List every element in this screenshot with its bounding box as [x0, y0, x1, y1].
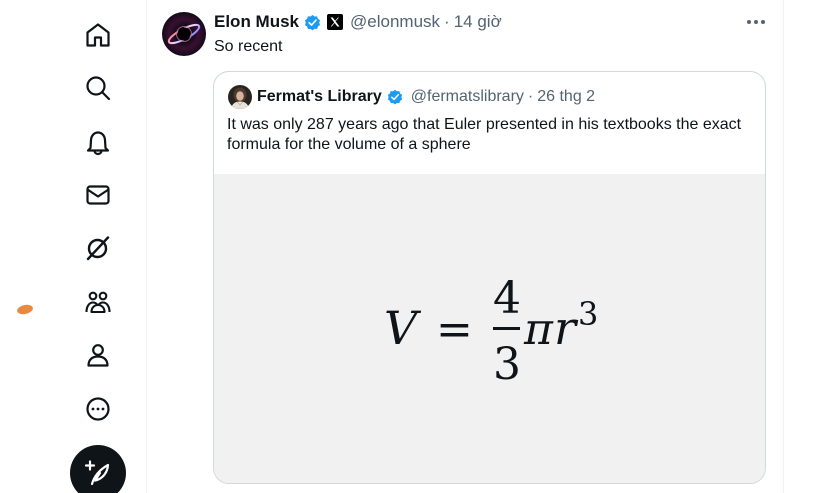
feather-plus-icon	[84, 460, 110, 486]
quoted-author-handle[interactable]: @fermatslibrary	[411, 88, 524, 106]
more-circle-icon	[86, 397, 110, 421]
formula-v: V	[384, 301, 422, 355]
more-dots-icon	[747, 20, 751, 24]
left-nav	[0, 0, 146, 493]
quoted-header: Fermat's Library @fermatslibrary · 26 th…	[257, 87, 595, 107]
quoted-avatar[interactable]	[228, 85, 252, 109]
verified-badge-icon[interactable]	[386, 88, 404, 106]
separator: ·	[527, 88, 534, 105]
formula-r: r	[554, 301, 579, 355]
nav-more[interactable]	[72, 387, 124, 431]
formula-pi: π	[523, 304, 554, 355]
communities-icon	[85, 291, 111, 314]
quoted-tweet[interactable]: Fermat's Library @fermatslibrary · 26 th…	[213, 71, 766, 484]
compose-post-button[interactable]	[70, 445, 126, 493]
formula-numerator: 4	[493, 273, 521, 324]
column-divider	[783, 0, 784, 493]
sphere-volume-formula: V = 4 3 π r 3	[384, 273, 598, 390]
nav-communities[interactable]	[72, 280, 124, 324]
quoted-text: It was only 287 years ago that Euler pre…	[227, 116, 742, 153]
search-icon	[86, 76, 111, 101]
more-dot	[754, 20, 758, 24]
tweet-header: Elon Musk @elonmusk · 14 giờ	[214, 11, 502, 33]
nav-explore[interactable]	[72, 66, 124, 110]
verified-badge-icon[interactable]	[303, 13, 322, 32]
avatar-image	[162, 12, 206, 56]
fraction-bar	[493, 327, 520, 330]
formula-exponent: 3	[578, 295, 598, 333]
more-dot	[761, 20, 765, 24]
avatar[interactable]	[162, 12, 206, 56]
quoted-avatar-image	[228, 85, 252, 109]
x-logo-icon[interactable]	[327, 14, 344, 30]
quoted-media-image[interactable]: V = 4 3 π r 3	[214, 174, 765, 483]
envelope-icon	[86, 185, 110, 205]
author-name[interactable]: Elon Musk	[214, 12, 299, 32]
nav-home[interactable]	[72, 13, 124, 57]
nav-profile[interactable]	[72, 333, 124, 377]
tweet-text: So recent	[214, 38, 283, 55]
nav-messages[interactable]	[72, 173, 124, 217]
grok-icon	[86, 236, 110, 261]
person-icon	[87, 344, 109, 367]
column-divider	[146, 0, 147, 493]
separator: ·	[444, 12, 450, 31]
nav-grok[interactable]	[72, 226, 124, 270]
home-icon	[86, 23, 110, 47]
tweet-timestamp[interactable]: 14 giờ	[454, 12, 502, 32]
nav-notifications[interactable]	[72, 120, 124, 164]
quoted-author-name[interactable]: Fermat's Library	[257, 88, 382, 106]
formula-denominator: 3	[493, 339, 521, 390]
quoted-timestamp[interactable]: 26 thg 2	[537, 88, 595, 106]
author-handle[interactable]: @elonmusk	[350, 12, 440, 32]
bell-icon	[86, 131, 110, 156]
formula-equals: =	[436, 304, 473, 355]
more-options-button[interactable]	[744, 12, 768, 32]
